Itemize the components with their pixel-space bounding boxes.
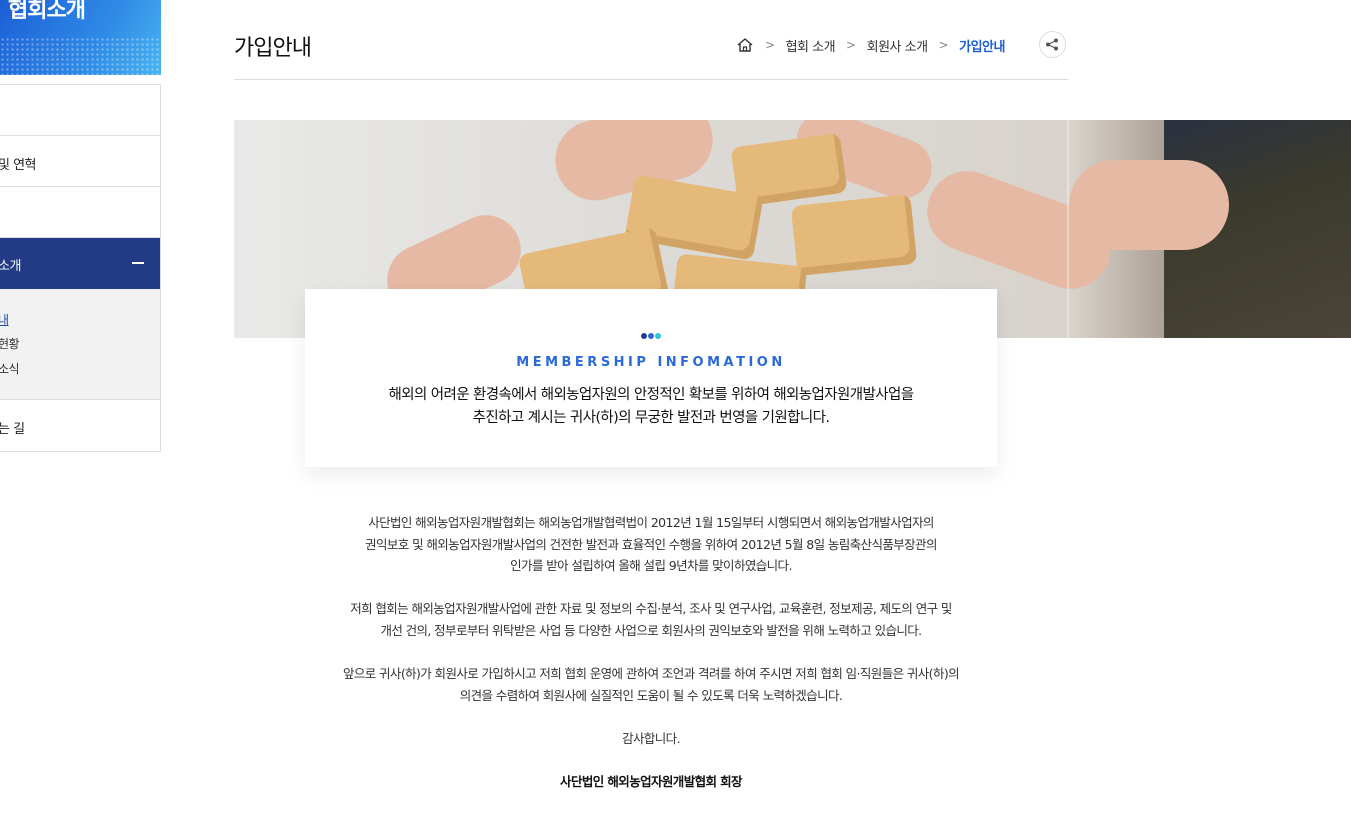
sidebar-item-history[interactable]: 및 연혁 — [0, 136, 160, 187]
puzzle-piece — [790, 193, 918, 277]
sidebar-item-3[interactable] — [0, 187, 160, 238]
breadcrumb: > 협회 소개 > 회원사 소개 > 가입안내 — [736, 34, 1005, 56]
paragraph-line: 앞으로 귀사(하)가 회원사로 가입하시고 저희 협회 운영에 관하여 조언과 … — [342, 666, 960, 681]
dot — [648, 333, 654, 339]
thanks-text: 감사합니다. — [622, 731, 680, 746]
sidebar-item-member-intro[interactable]: 소개 — [0, 238, 160, 289]
page-title: 가입안내 — [234, 36, 312, 61]
breadcrumb-separator: > — [938, 38, 949, 52]
dot — [641, 333, 647, 339]
intro-paragraph: 사단법인 해외농업자원개발협회는 해외농업개발협력법이 2012년 1월 15일… — [300, 512, 1002, 577]
header-divider — [234, 79, 1068, 80]
sidebar-title: 협회소개 — [8, 0, 86, 23]
card-message-line: 추진하고 계시는 귀사(하)의 무궁한 발전과 번영을 기원합니다. — [472, 410, 830, 426]
dot — [655, 333, 661, 339]
submenu-item-member-status[interactable]: 현황 — [0, 335, 20, 352]
card-message-line: 해외의 어려운 환경속에서 해외농업자원의 안정적인 확보를 위하여 해외농업자… — [388, 387, 915, 403]
paragraph-line: 사단법인 해외농업자원개발협회는 해외농업개발협력법이 2012년 1월 15일… — [368, 515, 934, 530]
card-message: 해외의 어려운 환경속에서 해외농업자원의 안정적인 확보를 위하여 해외농업자… — [305, 384, 997, 430]
membership-card: MEMBERSHIP INFOMATION 해외의 어려운 환경속에서 해외농업… — [305, 289, 997, 467]
share-button[interactable] — [1039, 31, 1066, 58]
sidebar-header: 협회소개 — [0, 0, 161, 75]
paragraph-line: 인가를 받아 설립하여 올해 설립 9년차를 맞이하였습니다. — [510, 558, 792, 573]
breadcrumb-item-current[interactable]: 가입안내 — [959, 36, 1005, 55]
sidebar-item-label: 는 길 — [0, 422, 25, 437]
paragraph-line: 권익보호 및 해외농업자원개발사업의 건전한 발전과 효율적인 수행을 위하여 … — [365, 536, 937, 552]
hand-shape — [1069, 160, 1229, 250]
home-icon[interactable] — [736, 37, 754, 53]
sidebar-item-label: 및 연혁 — [0, 158, 37, 173]
breadcrumb-separator: > — [765, 38, 775, 52]
share-icon — [1046, 38, 1058, 51]
sidebar-item-directions[interactable]: 는 길 — [0, 400, 160, 451]
paragraph-line: 의견을 수렴하여 회원사에 실질적인 도움이 될 수 있도록 더욱 노력하겠습니… — [459, 687, 843, 703]
paragraph-line: 개선 건의, 정부로부터 위탁받은 사업 등 다양한 사업으로 회원사의 권익보… — [380, 622, 922, 638]
submenu-item-join-guide[interactable]: 내 — [0, 311, 9, 328]
signature-text: 사단법인 해외농업자원개발협회 회장 — [560, 774, 743, 789]
paragraph-line: 저희 협회는 해외농업자원개발사업에 관한 자료 및 정보의 수집·분석, 조사… — [350, 601, 952, 616]
collapse-minus-icon[interactable] — [132, 262, 144, 264]
invitation-paragraph: 앞으로 귀사(하)가 회원사로 가입하시고 저희 협회 운영에 관하여 조언과 … — [300, 663, 1002, 706]
breadcrumb-item-members[interactable]: 회원사 소개 — [867, 36, 928, 55]
decorative-dots — [641, 333, 661, 339]
breadcrumb-item-association[interactable]: 협회 소개 — [786, 36, 836, 55]
submenu-item-member-news[interactable]: 소식 — [0, 360, 20, 377]
breadcrumb-separator: > — [846, 38, 856, 52]
sidebar-menu: 및 연혁 소개 내 현황 소식 는 길 — [0, 84, 161, 452]
activities-paragraph: 저희 협회는 해외농업자원개발사업에 관한 자료 및 정보의 수집·분석, 조사… — [300, 598, 1002, 641]
sidebar-item-label: 소개 — [0, 259, 21, 274]
card-heading: MEMBERSHIP INFOMATION — [516, 355, 786, 370]
hero-divider — [1067, 120, 1069, 338]
sidebar-submenu: 내 현황 소식 — [0, 289, 160, 400]
sidebar-item-1[interactable] — [0, 85, 160, 136]
sidebar-header-pattern — [0, 37, 161, 75]
